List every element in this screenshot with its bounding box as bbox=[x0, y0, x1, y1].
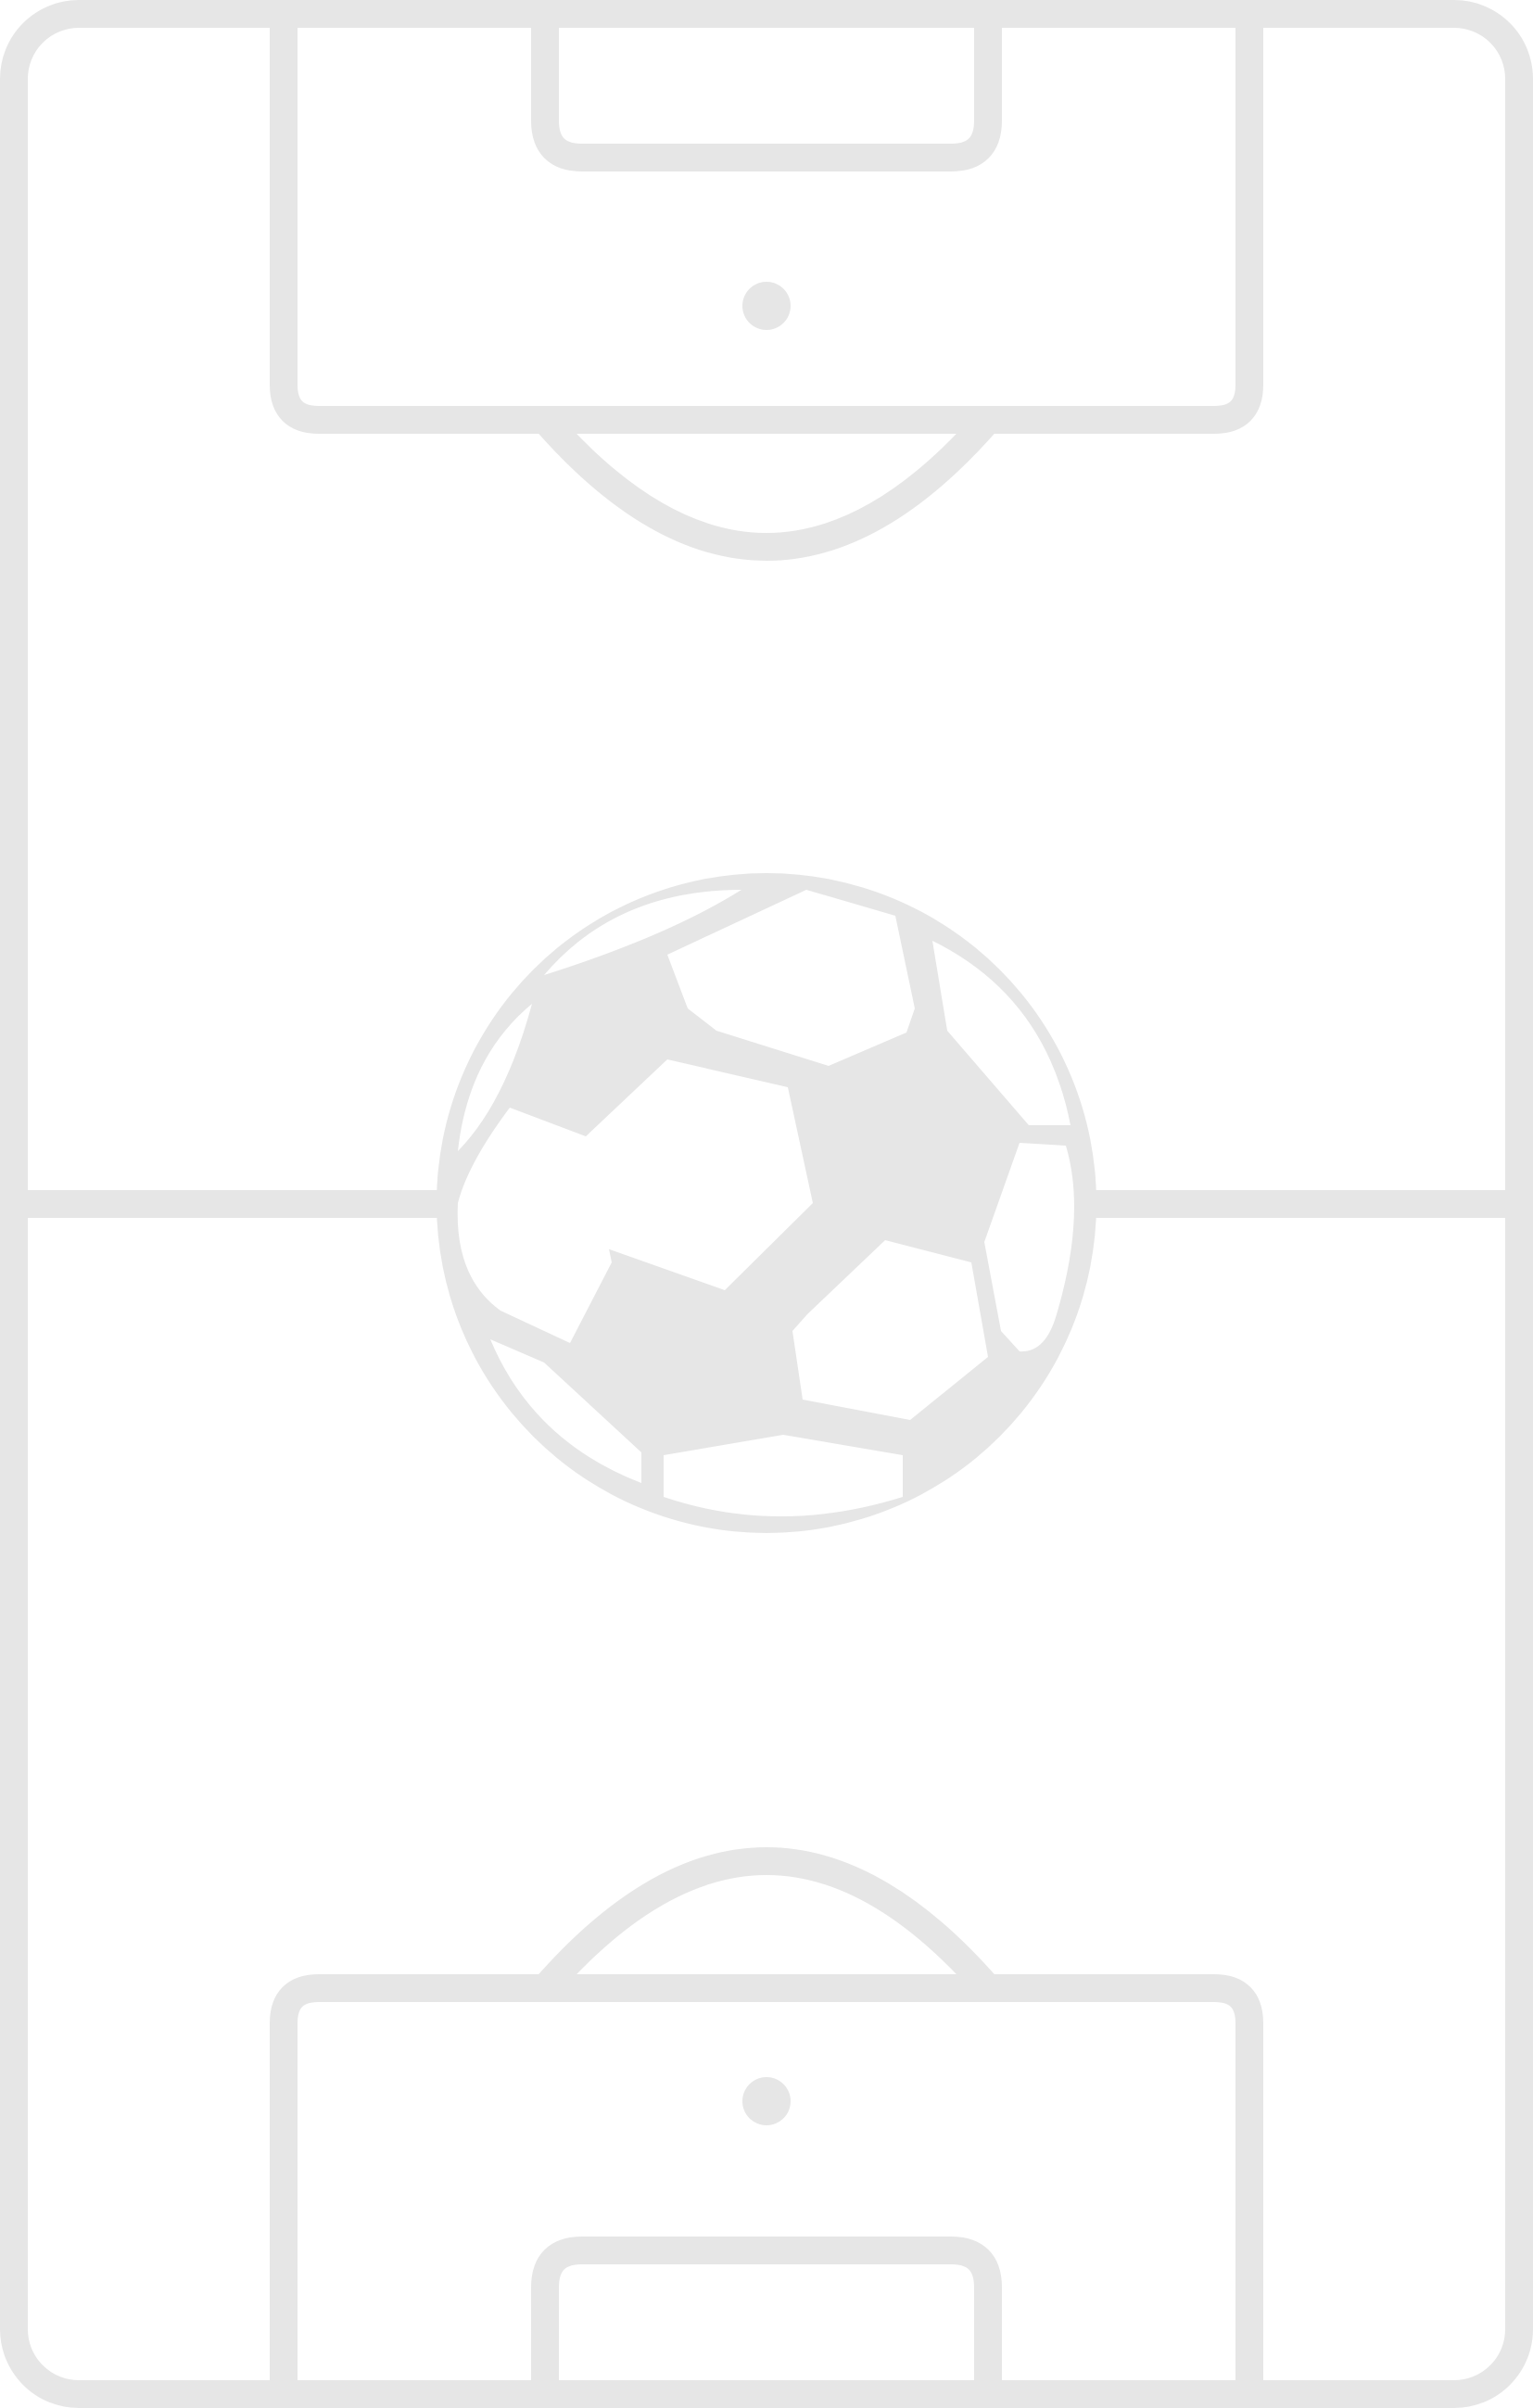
top-penalty-spot bbox=[742, 282, 791, 330]
soccer-field-drawing bbox=[0, 0, 1533, 2408]
top-goal-box bbox=[531, 14, 1002, 171]
bottom-goal-box bbox=[531, 2237, 1002, 2394]
bottom-penalty-spot bbox=[742, 2077, 791, 2125]
top-penalty-arc bbox=[534, 411, 999, 561]
soccer-field-icon bbox=[0, 0, 1533, 2408]
top-penalty-box bbox=[270, 14, 1263, 434]
bottom-penalty-box bbox=[270, 1974, 1263, 2394]
bottom-penalty-arc bbox=[534, 1847, 999, 1997]
soccer-ball-icon bbox=[437, 873, 1096, 1533]
